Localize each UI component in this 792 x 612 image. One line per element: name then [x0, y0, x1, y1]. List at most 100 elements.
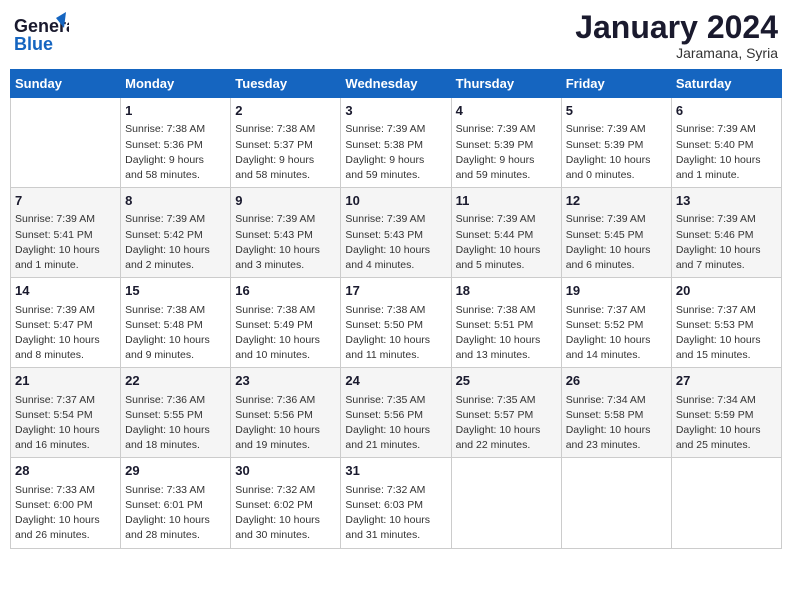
cell-info: Sunrise: 7:39 AM Sunset: 5:44 PM Dayligh… [456, 212, 557, 273]
day-number: 31 [345, 462, 446, 480]
cell-info: Sunrise: 7:35 AM Sunset: 5:56 PM Dayligh… [345, 393, 446, 454]
page-header: General Blue January 2024 Jaramana, Syri… [10, 10, 782, 61]
cell-info: Sunrise: 7:39 AM Sunset: 5:39 PM Dayligh… [566, 122, 667, 183]
cell-info: Sunrise: 7:32 AM Sunset: 6:02 PM Dayligh… [235, 483, 336, 544]
day-number: 25 [456, 372, 557, 390]
day-number: 29 [125, 462, 226, 480]
cell-info: Sunrise: 7:35 AM Sunset: 5:57 PM Dayligh… [456, 393, 557, 454]
day-number: 24 [345, 372, 446, 390]
calendar-cell: 7Sunrise: 7:39 AM Sunset: 5:41 PM Daylig… [11, 188, 121, 278]
cell-info: Sunrise: 7:39 AM Sunset: 5:46 PM Dayligh… [676, 212, 777, 273]
day-number: 8 [125, 192, 226, 210]
calendar-cell: 12Sunrise: 7:39 AM Sunset: 5:45 PM Dayli… [561, 188, 671, 278]
calendar-cell: 3 Sunrise: 7:39 AM Sunset: 5:38 PM Daylig… [341, 98, 451, 188]
cell-info: Sunrise: 7:32 AM Sunset: 6:03 PM Dayligh… [345, 483, 446, 544]
cell-info: Sunrise: 7:39 AM Sunset: 5:38 PM Dayligh… [345, 122, 446, 183]
cell-info: Sunrise: 7:37 AM Sunset: 5:54 PM Dayligh… [15, 393, 116, 454]
day-number: 17 [345, 282, 446, 300]
day-number: 13 [676, 192, 777, 210]
weekday-header-tuesday: Tuesday [231, 70, 341, 98]
cell-info: Sunrise: 7:37 AM Sunset: 5:52 PM Dayligh… [566, 303, 667, 364]
weekday-header-row: SundayMondayTuesdayWednesdayThursdayFrid… [11, 70, 782, 98]
calendar-cell: 24 Sunrise: 7:35 AM Sunset: 5:56 PM Dayli… [341, 368, 451, 458]
day-number: 14 [15, 282, 116, 300]
day-number: 23 [235, 372, 336, 390]
day-number: 28 [15, 462, 116, 480]
cell-info: Sunrise: 7:39 AM Sunset: 5:39 PM Dayligh… [456, 122, 557, 183]
calendar-cell: 20 Sunrise: 7:37 AM Sunset: 5:53 PM Dayli… [671, 278, 781, 368]
cell-info: Sunrise: 7:39 AM Sunset: 5:43 PM Dayligh… [235, 212, 336, 273]
calendar-cell: 15Sunrise: 7:38 AM Sunset: 5:48 PM Dayli… [121, 278, 231, 368]
cell-info: Sunrise: 7:36 AM Sunset: 5:55 PM Dayligh… [125, 393, 226, 454]
calendar-cell: 2 Sunrise: 7:38 AM Sunset: 5:37 PM Daylig… [231, 98, 341, 188]
logo: General Blue [14, 10, 69, 60]
day-number: 20 [676, 282, 777, 300]
calendar-week-row: 14Sunrise: 7:39 AM Sunset: 5:47 PM Dayli… [11, 278, 782, 368]
cell-info: Sunrise: 7:33 AM Sunset: 6:00 PM Dayligh… [15, 483, 116, 544]
calendar-cell [11, 98, 121, 188]
calendar-cell: 16Sunrise: 7:38 AM Sunset: 5:49 PM Dayli… [231, 278, 341, 368]
cell-info: Sunrise: 7:39 AM Sunset: 5:41 PM Dayligh… [15, 212, 116, 273]
day-number: 12 [566, 192, 667, 210]
cell-info: Sunrise: 7:39 AM Sunset: 5:42 PM Dayligh… [125, 212, 226, 273]
weekday-header-saturday: Saturday [671, 70, 781, 98]
calendar-cell: 26Sunrise: 7:34 AM Sunset: 5:58 PM Dayli… [561, 368, 671, 458]
logo-icon: General Blue [14, 10, 69, 60]
cell-info: Sunrise: 7:39 AM Sunset: 5:40 PM Dayligh… [676, 122, 777, 183]
day-number: 16 [235, 282, 336, 300]
calendar-cell: 17 Sunrise: 7:38 AM Sunset: 5:50 PM Dayli… [341, 278, 451, 368]
calendar-cell: 31 Sunrise: 7:32 AM Sunset: 6:03 PM Dayli… [341, 458, 451, 548]
calendar-cell: 1 Sunrise: 7:38 AM Sunset: 5:36 PM Daylig… [121, 98, 231, 188]
cell-info: Sunrise: 7:37 AM Sunset: 5:53 PM Dayligh… [676, 303, 777, 364]
cell-info: Sunrise: 7:36 AM Sunset: 5:56 PM Dayligh… [235, 393, 336, 454]
calendar-cell: 9 Sunrise: 7:39 AM Sunset: 5:43 PM Daylig… [231, 188, 341, 278]
cell-info: Sunrise: 7:38 AM Sunset: 5:37 PM Dayligh… [235, 122, 336, 183]
cell-info: Sunrise: 7:38 AM Sunset: 5:51 PM Dayligh… [456, 303, 557, 364]
weekday-header-monday: Monday [121, 70, 231, 98]
weekday-header-thursday: Thursday [451, 70, 561, 98]
calendar-cell: 22Sunrise: 7:36 AM Sunset: 5:55 PM Dayli… [121, 368, 231, 458]
calendar-cell: 29 Sunrise: 7:33 AM Sunset: 6:01 PM Dayli… [121, 458, 231, 548]
calendar-week-row: 7Sunrise: 7:39 AM Sunset: 5:41 PM Daylig… [11, 188, 782, 278]
calendar-week-row: 28 Sunrise: 7:33 AM Sunset: 6:00 PM Dayli… [11, 458, 782, 548]
calendar-cell: 28 Sunrise: 7:33 AM Sunset: 6:00 PM Dayli… [11, 458, 121, 548]
calendar-cell: 14Sunrise: 7:39 AM Sunset: 5:47 PM Dayli… [11, 278, 121, 368]
calendar-cell: 11Sunrise: 7:39 AM Sunset: 5:44 PM Dayli… [451, 188, 561, 278]
day-number: 4 [456, 102, 557, 120]
day-number: 1 [125, 102, 226, 120]
calendar-cell: 6Sunrise: 7:39 AM Sunset: 5:40 PM Daylig… [671, 98, 781, 188]
calendar-cell: 18 Sunrise: 7:38 AM Sunset: 5:51 PM Dayli… [451, 278, 561, 368]
cell-info: Sunrise: 7:33 AM Sunset: 6:01 PM Dayligh… [125, 483, 226, 544]
calendar-cell: 30 Sunrise: 7:32 AM Sunset: 6:02 PM Dayli… [231, 458, 341, 548]
month-title: January 2024 [575, 10, 778, 45]
weekday-header-sunday: Sunday [11, 70, 121, 98]
calendar-cell [451, 458, 561, 548]
calendar-table: SundayMondayTuesdayWednesdayThursdayFrid… [10, 69, 782, 548]
calendar-cell: 4 Sunrise: 7:39 AM Sunset: 5:39 PM Daylig… [451, 98, 561, 188]
day-number: 27 [676, 372, 777, 390]
cell-info: Sunrise: 7:38 AM Sunset: 5:36 PM Dayligh… [125, 122, 226, 183]
calendar-cell: 8 Sunrise: 7:39 AM Sunset: 5:42 PM Daylig… [121, 188, 231, 278]
day-number: 9 [235, 192, 336, 210]
calendar-cell: 19 Sunrise: 7:37 AM Sunset: 5:52 PM Dayli… [561, 278, 671, 368]
day-number: 21 [15, 372, 116, 390]
cell-info: Sunrise: 7:38 AM Sunset: 5:48 PM Dayligh… [125, 303, 226, 364]
day-number: 2 [235, 102, 336, 120]
day-number: 18 [456, 282, 557, 300]
title-block: January 2024 Jaramana, Syria [575, 10, 778, 61]
weekday-header-friday: Friday [561, 70, 671, 98]
day-number: 5 [566, 102, 667, 120]
day-number: 3 [345, 102, 446, 120]
day-number: 30 [235, 462, 336, 480]
day-number: 19 [566, 282, 667, 300]
calendar-cell [561, 458, 671, 548]
cell-info: Sunrise: 7:38 AM Sunset: 5:50 PM Dayligh… [345, 303, 446, 364]
calendar-cell [671, 458, 781, 548]
weekday-header-wednesday: Wednesday [341, 70, 451, 98]
calendar-cell: 23 Sunrise: 7:36 AM Sunset: 5:56 PM Dayli… [231, 368, 341, 458]
calendar-cell: 25 Sunrise: 7:35 AM Sunset: 5:57 PM Dayli… [451, 368, 561, 458]
calendar-cell: 13 Sunrise: 7:39 AM Sunset: 5:46 PM Dayli… [671, 188, 781, 278]
day-number: 26 [566, 372, 667, 390]
location-subtitle: Jaramana, Syria [575, 45, 778, 61]
calendar-week-row: 1 Sunrise: 7:38 AM Sunset: 5:36 PM Daylig… [11, 98, 782, 188]
